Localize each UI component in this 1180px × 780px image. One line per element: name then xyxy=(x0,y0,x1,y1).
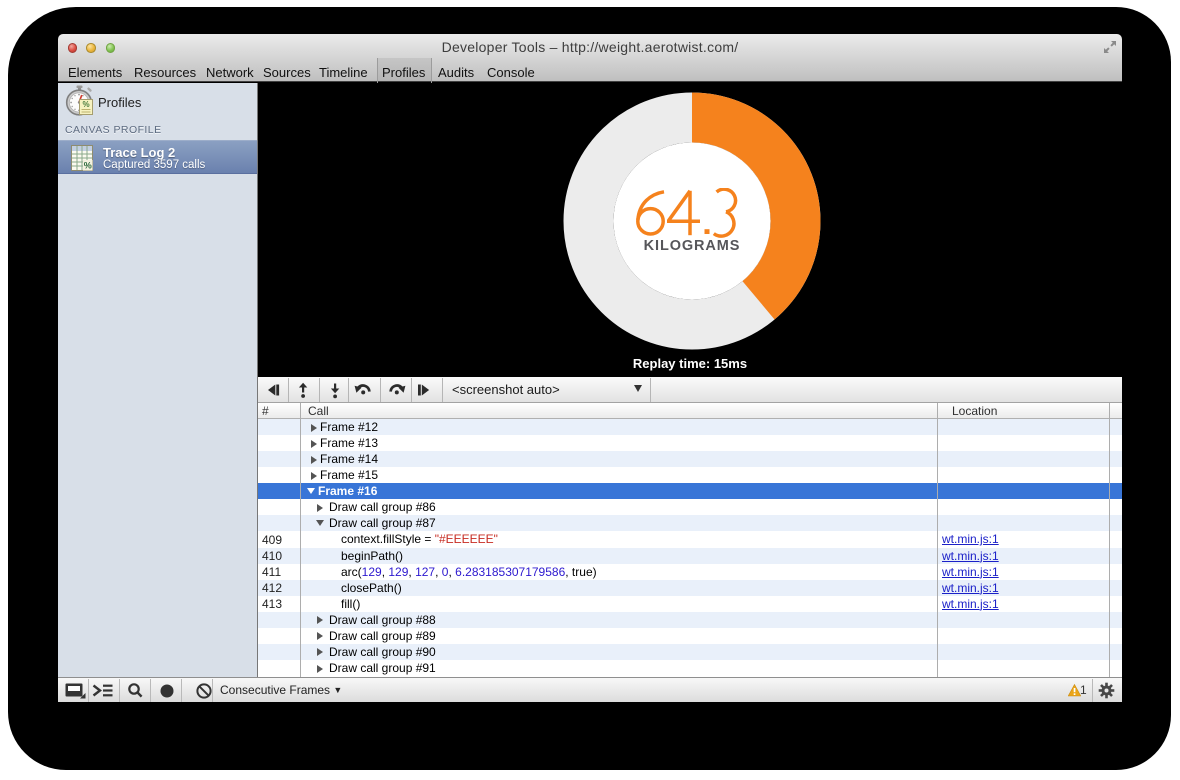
svg-text:%: % xyxy=(82,100,89,109)
svg-text:%: % xyxy=(84,161,92,171)
